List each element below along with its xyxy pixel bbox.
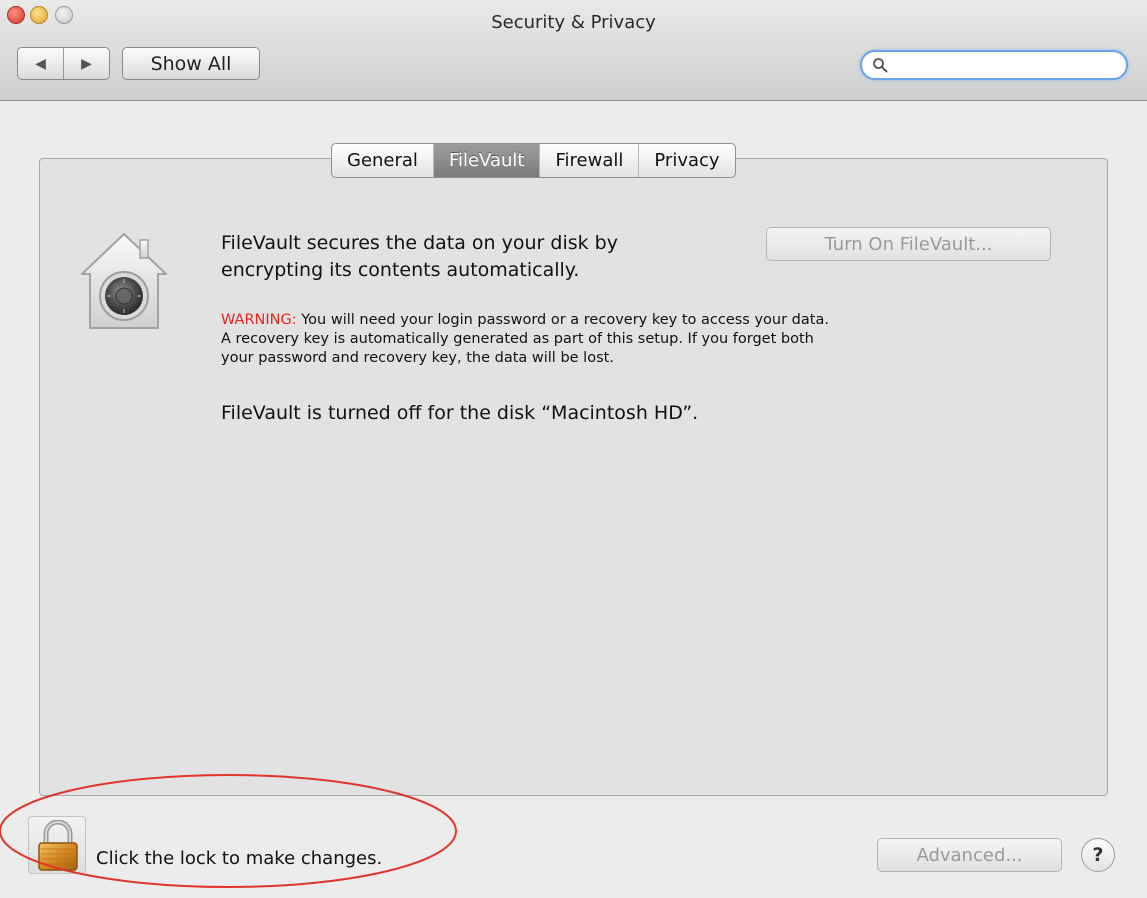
padlock-icon <box>38 820 78 871</box>
back-forward-control: ◀ ▶ <box>17 47 110 80</box>
show-all-button[interactable]: Show All <box>122 47 260 80</box>
back-arrow-icon[interactable]: ◀ <box>18 48 64 79</box>
lock-button[interactable] <box>28 816 86 874</box>
turn-on-filevault-button[interactable]: Turn On FileVault... <box>766 227 1051 261</box>
search-input[interactable] <box>894 55 1118 77</box>
tab-general[interactable]: General <box>332 144 434 177</box>
warning-message: WARNING: You will need your login passwo… <box>221 311 1021 368</box>
window-titlebar: Security & Privacy ◀ ▶ Show All <box>0 0 1147 101</box>
help-button[interactable]: ? <box>1081 838 1115 872</box>
tab-filevault[interactable]: FileVault <box>433 144 541 177</box>
search-field[interactable] <box>860 50 1128 80</box>
filevault-house-icon <box>81 233 167 329</box>
warning-label: WARNING: <box>221 312 297 328</box>
warning-text: A recovery key is automatically generate… <box>221 331 814 347</box>
magnifier-icon <box>873 58 888 73</box>
warning-text: your password and recovery key, the data… <box>221 350 614 366</box>
forward-arrow-icon[interactable]: ▶ <box>64 48 109 79</box>
tab-privacy[interactable]: Privacy <box>639 144 734 177</box>
advanced-button[interactable]: Advanced... <box>877 838 1062 872</box>
lock-instruction-text: Click the lock to make changes. <box>96 848 383 869</box>
filevault-description: FileVault secures the data on your disk … <box>221 230 731 284</box>
description-line: encrypting its contents automatically. <box>221 259 580 281</box>
tab-bar: General FileVault Firewall Privacy <box>331 143 736 178</box>
filevault-status: FileVault is turned off for the disk “Ma… <box>221 402 699 424</box>
window-title: Security & Privacy <box>491 12 656 33</box>
tab-firewall[interactable]: Firewall <box>540 144 640 177</box>
warning-text: You will need your login password or a r… <box>296 312 829 328</box>
description-line: FileVault secures the data on your disk … <box>221 232 618 254</box>
